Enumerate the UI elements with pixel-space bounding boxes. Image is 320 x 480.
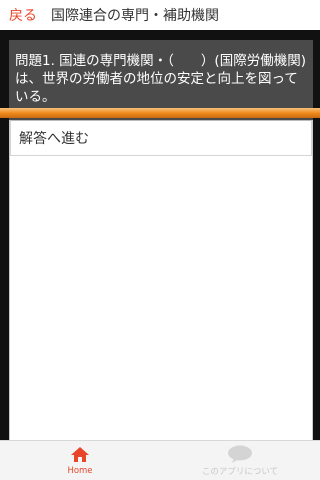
back-button[interactable]: 戻る xyxy=(0,5,43,25)
chat-bubble-icon xyxy=(227,445,253,463)
home-icon xyxy=(67,446,93,464)
bottom-tab-bar: Home このアプリについて xyxy=(0,440,320,480)
answer-panel: 解答へ進む xyxy=(9,120,313,440)
page-title: 国際連合の専門・補助機関 xyxy=(51,8,219,24)
tab-label: Home xyxy=(67,465,93,476)
tab-about-app[interactable]: このアプリについて xyxy=(160,441,320,480)
tab-home[interactable]: Home xyxy=(0,441,160,480)
app-header: 戻る 国際連合の専門・補助機関 xyxy=(0,0,320,30)
divider-bar xyxy=(0,108,320,118)
tab-label: このアプリについて xyxy=(201,466,279,477)
go-to-answer-button[interactable]: 解答へ進む xyxy=(10,120,312,156)
content-frame: 問題1. 国連の専門機関・（ ）(国際労働機関)は、世界の労働者の地位の安定と向… xyxy=(0,30,320,440)
